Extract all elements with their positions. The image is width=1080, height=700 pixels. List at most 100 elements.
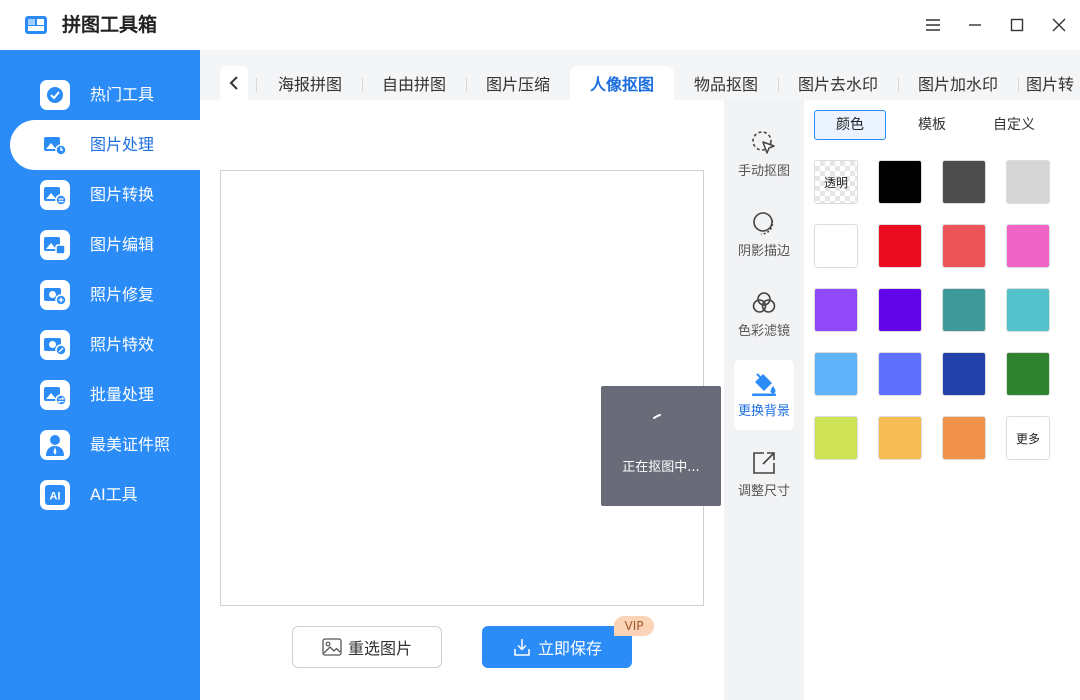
tab-separator — [898, 78, 899, 92]
photo-effect-icon — [40, 330, 70, 360]
app-logo-icon — [25, 16, 47, 34]
tool-color-filter[interactable]: 色彩滤镜 — [734, 280, 794, 350]
tab-template[interactable]: 模板 — [896, 110, 968, 140]
maximize-icon — [1010, 18, 1024, 32]
back-button[interactable] — [220, 66, 248, 100]
sidebar-item-photo-repair[interactable]: 照片修复 — [10, 270, 200, 320]
tool-change-background[interactable]: 更换背景 — [734, 360, 794, 430]
download-icon — [514, 639, 530, 656]
chevron-left-icon — [229, 76, 238, 90]
tab-bar: 海报拼图 自由拼图 图片压缩 人像抠图 物品抠图 图片去水印 图片加水印 图片转 — [200, 50, 1080, 100]
shadow-outline-icon — [753, 212, 774, 235]
background-color-panel: 颜色 模板 自定义 透明 更多 — [804, 100, 1080, 700]
close-button[interactable] — [1044, 10, 1074, 40]
tool-label: 更换背景 — [737, 404, 790, 419]
vip-badge: VIP — [614, 616, 654, 636]
color-swatch[interactable] — [814, 352, 858, 396]
tab-portrait-cutout[interactable]: 人像抠图 — [570, 66, 674, 100]
tab-custom[interactable]: 自定义 — [978, 110, 1050, 140]
color-swatch[interactable] — [942, 352, 986, 396]
sidebar-item-hot-tools[interactable]: 热门工具 — [10, 70, 200, 120]
sidebar-item-photo-effect[interactable]: 照片特效 — [10, 320, 200, 370]
hamburger-menu-icon — [926, 19, 940, 31]
image-canvas: 正在抠图中... — [220, 170, 721, 606]
sidebar-item-batch-process[interactable]: 批量处理 — [10, 370, 200, 420]
tool-resize[interactable]: 调整尺寸 — [734, 440, 794, 510]
tab-add-watermark[interactable]: 图片加水印 — [906, 66, 1010, 100]
color-swatch[interactable] — [878, 416, 922, 460]
color-swatch[interactable] — [878, 288, 922, 332]
color-swatch[interactable] — [942, 288, 986, 332]
sidebar-item-id-photo[interactable]: 最美证件照 — [10, 420, 200, 470]
close-icon — [1052, 18, 1066, 32]
sidebar-item-label: 照片特效 — [90, 335, 155, 354]
sidebar-item-label: AI工具 — [90, 485, 138, 504]
image-edit-icon — [40, 230, 70, 260]
app-title: 拼图工具箱 — [62, 14, 158, 36]
hot-tools-icon — [40, 80, 70, 110]
tab-image-compress[interactable]: 图片压缩 — [474, 66, 562, 100]
sidebar-item-label: 最美证件照 — [90, 435, 171, 454]
sidebar-item-label: 照片修复 — [90, 285, 155, 304]
color-swatch[interactable] — [1006, 288, 1050, 332]
tab-color[interactable]: 颜色 — [814, 110, 886, 140]
tool-shadow-outline[interactable]: 阴影描边 — [734, 200, 794, 270]
color-swatch[interactable] — [1006, 160, 1050, 204]
reselect-image-button[interactable]: 重选图片 — [292, 626, 442, 668]
tab-object-cutout[interactable]: 物品抠图 — [682, 66, 770, 100]
loading-spinner-icon — [653, 414, 661, 419]
tab-separator — [256, 78, 257, 92]
save-now-button[interactable]: 立即保存 — [482, 626, 632, 668]
color-swatch[interactable] — [1006, 352, 1050, 396]
paint-bucket-icon — [752, 373, 776, 396]
color-swatch[interactable] — [942, 416, 986, 460]
color-swatch[interactable] — [942, 160, 986, 204]
maximize-button[interactable] — [1002, 10, 1032, 40]
manual-cutout-icon — [752, 131, 775, 154]
menu-button[interactable] — [918, 10, 948, 40]
tab-separator — [466, 78, 467, 92]
sidebar-item-label: 图片编辑 — [90, 235, 155, 254]
loading-text: 正在抠图中... — [622, 460, 700, 475]
tab-poster-collage[interactable]: 海报拼图 — [266, 66, 354, 100]
sidebar-item-label: 批量处理 — [90, 385, 155, 404]
save-now-label: 立即保存 — [537, 639, 602, 658]
svg-text:AI: AI — [50, 491, 61, 503]
resize-icon — [753, 452, 775, 474]
color-swatch[interactable] — [878, 224, 922, 268]
color-swatch[interactable] — [814, 288, 858, 332]
color-filter-icon — [752, 292, 776, 313]
tool-manual-cutout[interactable]: 手动抠图 — [734, 120, 794, 190]
tool-strip: 手动抠图 阴影描边 色彩滤镜 更换背景 调整尺寸 — [724, 100, 804, 700]
tab-separator — [362, 78, 363, 92]
sidebar-item-image-convert[interactable]: 图片转换 — [10, 170, 200, 220]
more-colors-button[interactable]: 更多 — [1006, 416, 1050, 460]
tab-remove-watermark[interactable]: 图片去水印 — [786, 66, 890, 100]
image-convert-icon — [40, 180, 70, 210]
image-process-icon — [40, 130, 70, 160]
minimize-button[interactable] — [960, 10, 990, 40]
tool-label: 色彩滤镜 — [737, 324, 790, 339]
sidebar: 热门工具 图片处理 图片转换 图片编辑 照片修复 照片特效 批量处理 最美证件照… — [0, 50, 200, 700]
sidebar-item-image-edit[interactable]: 图片编辑 — [10, 220, 200, 270]
color-swatch[interactable] — [814, 224, 858, 268]
canvas-panel: 正在抠图中... 重选图片 立即保存 VIP — [200, 100, 724, 700]
sidebar-item-label: 热门工具 — [90, 85, 155, 104]
tab-image-convert[interactable]: 图片转 — [1026, 66, 1080, 100]
sidebar-item-image-process[interactable]: 图片处理 — [10, 120, 200, 170]
sidebar-item-ai-tools[interactable]: AI AI工具 — [10, 470, 200, 520]
minimize-icon — [969, 24, 981, 26]
loading-overlay: 正在抠图中... — [601, 386, 721, 506]
color-swatch[interactable] — [942, 224, 986, 268]
color-swatch[interactable] — [1006, 224, 1050, 268]
swatch-transparent[interactable]: 透明 — [814, 160, 858, 204]
tool-label: 手动抠图 — [737, 164, 790, 179]
sidebar-item-label: 图片处理 — [90, 135, 155, 154]
image-icon — [322, 638, 342, 656]
tab-free-collage[interactable]: 自由拼图 — [370, 66, 458, 100]
color-swatch[interactable] — [814, 416, 858, 460]
batch-process-icon — [40, 380, 70, 410]
color-swatch[interactable] — [878, 352, 922, 396]
color-swatch[interactable] — [878, 160, 922, 204]
sidebar-item-label: 图片转换 — [90, 185, 155, 204]
